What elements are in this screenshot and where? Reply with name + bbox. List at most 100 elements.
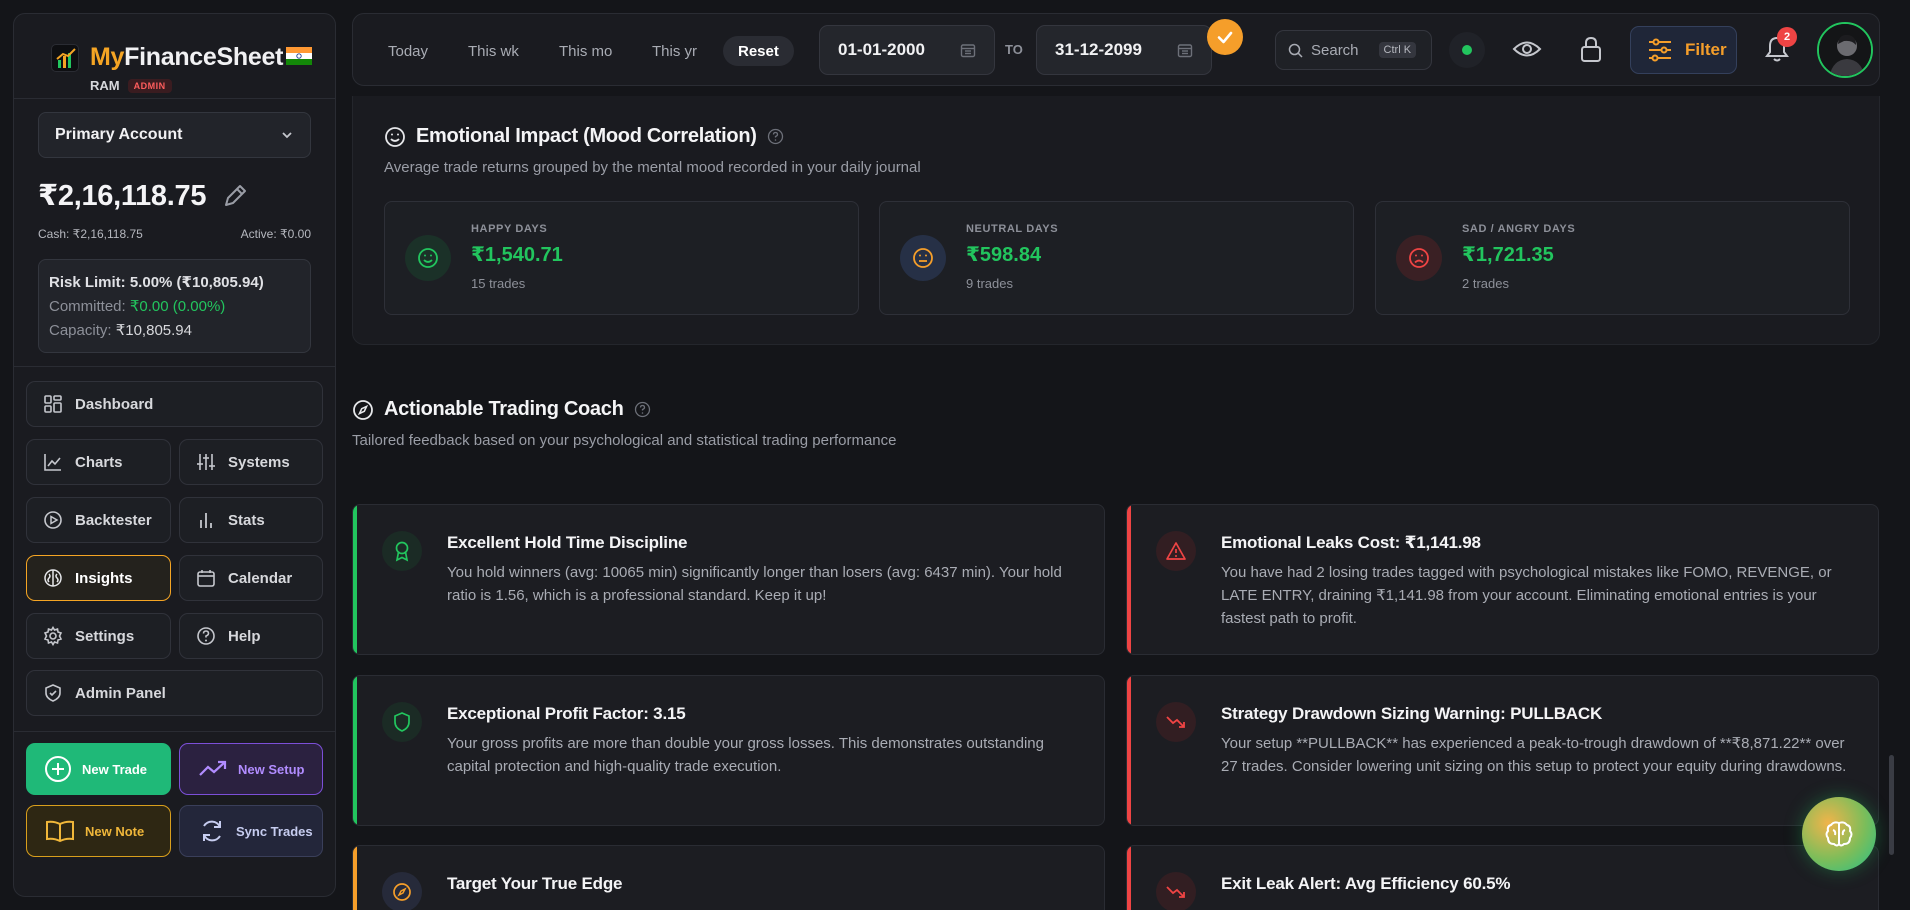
nav-help-label: Help: [228, 627, 261, 645]
filter-this-year[interactable]: This yr: [652, 36, 697, 66]
new-trade-label: New Trade: [82, 761, 148, 777]
date-to-input[interactable]: 31-12-2099: [1036, 25, 1212, 75]
mood-card-count: 9 trades: [966, 276, 1013, 291]
mood-subtitle: Average trade returns grouped by the men…: [384, 159, 921, 176]
nav-calendar[interactable]: Calendar: [179, 555, 323, 601]
new-note-button[interactable]: New Note: [26, 805, 171, 857]
nav-insights-label: Insights: [75, 569, 133, 587]
username: RAM: [90, 78, 120, 93]
nav-backtester-label: Backtester: [75, 511, 152, 529]
cash-balance: Cash: ₹2,16,118.75: [38, 227, 143, 241]
search-icon: [1288, 43, 1303, 58]
sidebar: MyFinanceSheet RAM ADMIN Primary Account…: [13, 13, 336, 897]
check-icon: [1217, 31, 1233, 44]
alert-triangle-icon: [1156, 531, 1196, 571]
mood-card-value: ₹1,540.71: [471, 244, 563, 266]
compass-icon: [382, 872, 422, 910]
mood-card-value: ₹1,721.35: [1462, 244, 1554, 266]
connection-status[interactable]: [1449, 32, 1485, 68]
plus-circle-icon: [45, 756, 71, 782]
notification-count-badge: 2: [1777, 27, 1797, 47]
happy-face-icon: [405, 235, 451, 281]
avatar[interactable]: [1817, 22, 1873, 78]
date-from-input[interactable]: 01-01-2000: [819, 25, 995, 75]
help-circle-icon[interactable]: [634, 401, 651, 418]
divider: [14, 98, 335, 99]
negative-stripe: [1127, 846, 1131, 910]
coach-card-title: Strategy Drawdown Sizing Warning: PULLBA…: [1221, 704, 1603, 723]
nav-stats[interactable]: Stats: [179, 497, 323, 543]
lock-button[interactable]: [1575, 33, 1607, 65]
trend-down-icon: [1156, 702, 1196, 742]
coach-card-body: You hold winners (avg: 10065 min) signif…: [447, 564, 1062, 604]
capacity-label: Capacity:: [49, 322, 112, 339]
coach-card-title: Emotional Leaks Cost: ₹1,141.98: [1221, 533, 1481, 552]
nav-insights[interactable]: Insights: [26, 555, 171, 601]
mood-card-sad-angry: SAD / ANGRY DAYS ₹1,721.35 2 trades: [1375, 201, 1850, 315]
edit-pencil-icon[interactable]: [220, 181, 250, 211]
mood-card-label: HAPPY DAYS: [471, 223, 548, 235]
smile-icon: [385, 126, 405, 147]
reset-button[interactable]: Reset: [723, 36, 794, 66]
apply-dates-button[interactable]: [1207, 19, 1243, 55]
risk-summary: Risk Limit: 5.00% (₹10,805.94) Committed…: [38, 259, 311, 353]
nav-dashboard[interactable]: Dashboard: [26, 381, 323, 427]
coach-card-title: Target Your True Edge: [447, 874, 623, 893]
account-select[interactable]: Primary Account: [38, 112, 311, 158]
positive-stripe: [353, 676, 357, 825]
mood-title: Emotional Impact (Mood Correlation): [416, 125, 757, 147]
play-circle-icon: [44, 511, 62, 529]
mood-card-label: SAD / ANGRY DAYS: [1462, 223, 1576, 235]
filter-this-week[interactable]: This wk: [468, 36, 519, 66]
nav-admin-panel[interactable]: Admin Panel: [26, 670, 323, 716]
calendar-icon: [197, 570, 215, 587]
new-trade-button[interactable]: New Trade: [26, 743, 171, 795]
filter-this-month[interactable]: This mo: [559, 36, 612, 66]
trend-down-icon: [1156, 872, 1196, 910]
nav-backtester[interactable]: Backtester: [26, 497, 171, 543]
eye-toggle-button[interactable]: [1511, 33, 1543, 65]
warning-stripe: [353, 846, 357, 910]
coach-card-title: Exceptional Profit Factor: 3.15: [447, 704, 686, 723]
nav-help[interactable]: Help: [179, 613, 323, 659]
ai-assistant-button[interactable]: [1802, 797, 1876, 871]
search-label: Search: [1311, 41, 1359, 59]
trend-up-icon: [199, 760, 227, 776]
help-circle-icon[interactable]: [767, 128, 784, 145]
chart-logo-icon: [51, 44, 79, 72]
lock-icon: [1581, 36, 1601, 62]
active-balance: Active: ₹0.00: [240, 227, 311, 241]
eye-icon: [1512, 41, 1542, 57]
scrollbar-thumb[interactable]: [1889, 755, 1894, 855]
filter-today[interactable]: Today: [388, 36, 428, 66]
search-button[interactable]: Search Ctrl K: [1275, 30, 1432, 70]
new-note-label: New Note: [85, 823, 145, 839]
sync-trades-button[interactable]: Sync Trades: [179, 805, 323, 857]
calendar-icon: [1177, 44, 1193, 58]
mood-card-count: 2 trades: [1462, 276, 1509, 291]
divider: [14, 731, 335, 732]
coach-card-profit-factor: Exceptional Profit Factor: 3.15 Your gro…: [352, 675, 1105, 826]
help-circle-icon: [197, 627, 215, 645]
filter-button[interactable]: Filter: [1630, 26, 1737, 74]
nav-charts[interactable]: Charts: [26, 439, 171, 485]
negative-stripe: [1127, 676, 1131, 825]
coach-card-drawdown-warning: Strategy Drawdown Sizing Warning: PULLBA…: [1126, 675, 1879, 826]
committed-value: ₹0.00 (0.00%): [129, 298, 226, 315]
status-online-dot: [1462, 45, 1472, 55]
divider: [14, 366, 335, 367]
compass-icon: [353, 399, 373, 420]
positive-stripe: [353, 505, 357, 654]
nav-settings[interactable]: Settings: [26, 613, 171, 659]
new-setup-button[interactable]: New Setup: [179, 743, 323, 795]
nav-systems[interactable]: Systems: [179, 439, 323, 485]
shield-check-icon: [45, 684, 61, 702]
coach-card-true-edge: Target Your True Edge: [352, 845, 1105, 910]
capacity-value: ₹10,805.94: [115, 322, 192, 339]
admin-badge: ADMIN: [127, 78, 172, 93]
coach-card-exit-leak: Exit Leak Alert: Avg Efficiency 60.5%: [1126, 845, 1879, 910]
committed-label: Committed:: [49, 298, 126, 315]
gear-icon: [43, 626, 63, 646]
coach-subtitle: Tailored feedback based on your psycholo…: [352, 432, 897, 449]
negative-stripe: [1127, 505, 1131, 654]
